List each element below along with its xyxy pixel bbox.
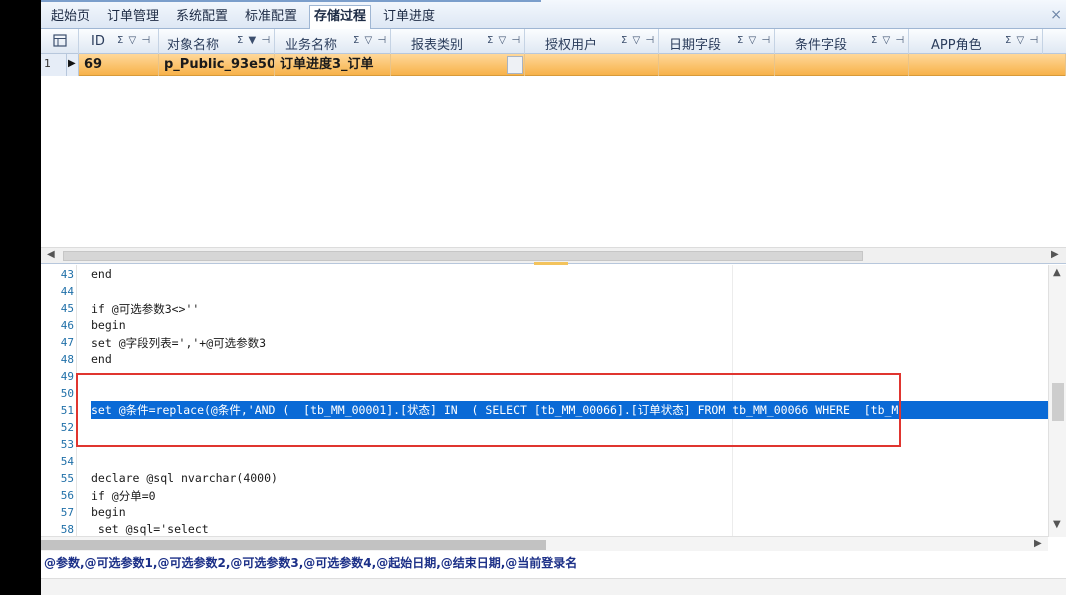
line-number: 47	[60, 336, 74, 349]
line-number: 54	[60, 455, 74, 468]
scrollbar-thumb[interactable]	[63, 251, 863, 261]
cell-id[interactable]: 69	[79, 54, 159, 76]
cell-authorized-users[interactable]	[525, 54, 659, 76]
tab-system-config[interactable]: 系统配置	[172, 6, 232, 29]
code-line[interactable]: if @分单=0	[91, 488, 156, 504]
column-header-app-role[interactable]: APP角色 Σ ▽ ⊣	[909, 29, 1043, 54]
grid-header: ID Σ ▽ ⊣ 对象名称 Σ ▼ ⊣ 业务名称 Σ ▽ ⊣ 报表类别 Σ ▽ …	[41, 29, 1066, 54]
column-label: 日期字段	[669, 38, 722, 53]
code-line[interactable]: begin	[91, 318, 126, 332]
sql-code-editor[interactable]: 43 44 45 46 47 48 49 50 51 52 53 54 55 56 57 58 set @条件…	[41, 265, 1066, 537]
column-header-condition-field[interactable]: 条件字段 Σ ▽ ⊣	[775, 29, 909, 54]
code-line[interactable]: end	[91, 352, 112, 366]
cell-dropdown-button[interactable]	[507, 56, 523, 74]
scroll-up-icon[interactable]: ▲	[1053, 267, 1061, 278]
column-header-report-category[interactable]: 报表类别 Σ ▽ ⊣	[391, 29, 525, 54]
line-number: 50	[60, 387, 74, 400]
cell-date-field[interactable]	[659, 54, 775, 76]
scroll-right-icon[interactable]: ▶	[1034, 538, 1042, 549]
line-number: 43	[60, 268, 74, 281]
column-chooser-icon	[53, 34, 67, 47]
code-line[interactable]: set @字段列表=','+@可选参数3	[91, 335, 266, 351]
sum-filter-pin-icon[interactable]: Σ ▽ ⊣	[737, 35, 771, 46]
column-label: 报表类别	[411, 38, 464, 53]
column-label: APP角色	[931, 38, 982, 53]
column-label: ID	[91, 34, 105, 49]
scrollbar-thumb[interactable]	[41, 540, 546, 550]
grid-horizontal-scrollbar[interactable]: ◀ ▶	[41, 247, 1066, 263]
scroll-left-icon[interactable]: ◀	[47, 249, 55, 260]
code-line[interactable]: declare @sql nvarchar(4000)	[91, 471, 278, 485]
line-number: 49	[60, 370, 74, 383]
sum-filter-pin-icon[interactable]: Σ ▽ ⊣	[487, 35, 521, 46]
line-number: 57	[60, 506, 74, 519]
table-row[interactable]: 1 ▶ 69 p_Public_93e50 订单进度3_订单	[41, 54, 1066, 76]
parameter-list: @参数,@可选参数1,@可选参数2,@可选参数3,@可选参数4,@起始日期,@结…	[44, 556, 578, 570]
column-label: 授权用户	[545, 38, 598, 53]
row-number-cell[interactable]: 1	[41, 54, 67, 76]
row-number: 1	[44, 57, 51, 70]
tab-start-page[interactable]: 起始页	[47, 6, 94, 29]
column-header-object-name[interactable]: 对象名称 Σ ▼ ⊣	[159, 29, 275, 54]
tab-order-management[interactable]: 订单管理	[103, 6, 163, 29]
cell-condition-field[interactable]	[775, 54, 909, 76]
line-number-gutter: 43 44 45 46 47 48 49 50 51 52 53 54 55 56 57 58	[41, 265, 77, 537]
status-bar	[41, 578, 1066, 595]
editor-vertical-scrollbar[interactable]: ▲ ▼	[1048, 265, 1066, 537]
column-header-business-name[interactable]: 业务名称 Σ ▽ ⊣	[275, 29, 391, 54]
close-tab-icon[interactable]: ×	[1050, 6, 1062, 24]
scrollbar-thumb[interactable]	[1052, 383, 1064, 421]
app-window: 起始页 订单管理 系统配置 标准配置 存储过程 订单进度 × ID Σ ▽ ⊣ …	[41, 0, 1066, 595]
editor-horizontal-scrollbar[interactable]: ▶	[41, 536, 1048, 552]
sum-filter-pin-icon[interactable]: Σ ▽ ⊣	[621, 35, 655, 46]
line-number: 45	[60, 302, 74, 315]
line-number: 44	[60, 285, 74, 298]
scroll-right-icon[interactable]: ▶	[1051, 249, 1059, 260]
tab-strip-accent	[41, 0, 541, 2]
code-line[interactable]: if @可选参数3<>''	[91, 301, 199, 317]
code-line[interactable]: set @sql='select	[91, 522, 209, 536]
line-number: 52	[60, 421, 74, 434]
code-text: set @条件=replace(@条件,'AND ( [tb_MM_00001]…	[91, 403, 899, 417]
sum-filter-pin-icon[interactable]: Σ ▽ ⊣	[871, 35, 905, 46]
column-header-id[interactable]: ID Σ ▽ ⊣	[79, 29, 159, 54]
grid-corner-button[interactable]	[41, 29, 79, 54]
sum-filter-pin-icon[interactable]: Σ ▽ ⊣	[1005, 35, 1039, 46]
line-number: 46	[60, 319, 74, 332]
line-number: 56	[60, 489, 74, 502]
cell-business-name[interactable]: 订单进度3_订单	[275, 54, 391, 76]
selected-code-line[interactable]: set @条件=replace(@条件,'AND ( [tb_MM_00001]…	[91, 401, 1051, 419]
row-indicator-cell: ▶	[67, 54, 79, 76]
tab-stored-procedure[interactable]: 存储过程	[309, 5, 372, 30]
column-label: 业务名称	[285, 38, 338, 53]
cell-report-category[interactable]	[391, 54, 525, 76]
scroll-down-icon[interactable]: ▼	[1053, 519, 1061, 530]
line-number: 51	[60, 404, 74, 417]
line-number: 53	[60, 438, 74, 451]
tab-standard-config[interactable]: 标准配置	[241, 6, 301, 29]
sum-filter-pin-icon[interactable]: Σ ▽ ⊣	[353, 35, 387, 46]
procedure-grid: ID Σ ▽ ⊣ 对象名称 Σ ▼ ⊣ 业务名称 Σ ▽ ⊣ 报表类别 Σ ▽ …	[41, 29, 1066, 264]
line-number: 48	[60, 353, 74, 366]
sum-filter-pin-icon[interactable]: Σ ▽ ⊣	[117, 35, 151, 46]
line-number: 58	[60, 523, 74, 536]
line-number: 55	[60, 472, 74, 485]
code-line[interactable]: end	[91, 267, 112, 281]
code-line[interactable]: begin	[91, 505, 126, 519]
cell-app-role[interactable]	[909, 54, 1066, 76]
document-tab-strip: 起始页 订单管理 系统配置 标准配置 存储过程 订单进度 ×	[41, 0, 1066, 30]
column-label: 对象名称	[167, 38, 220, 53]
tab-order-progress[interactable]: 订单进度	[379, 6, 439, 29]
current-row-arrow-icon: ▶	[68, 58, 76, 69]
cell-object-name[interactable]: p_Public_93e50	[159, 54, 275, 76]
column-header-authorized-users[interactable]: 授权用户 Σ ▽ ⊣	[525, 29, 659, 54]
column-header-date-field[interactable]: 日期字段 Σ ▽ ⊣	[659, 29, 775, 54]
parameter-hint-bar: @参数,@可选参数1,@可选参数2,@可选参数3,@可选参数4,@起始日期,@结…	[41, 551, 1066, 571]
active-filter-icon[interactable]: Σ ▼ ⊣	[237, 35, 271, 46]
column-label: 条件字段	[795, 38, 848, 53]
